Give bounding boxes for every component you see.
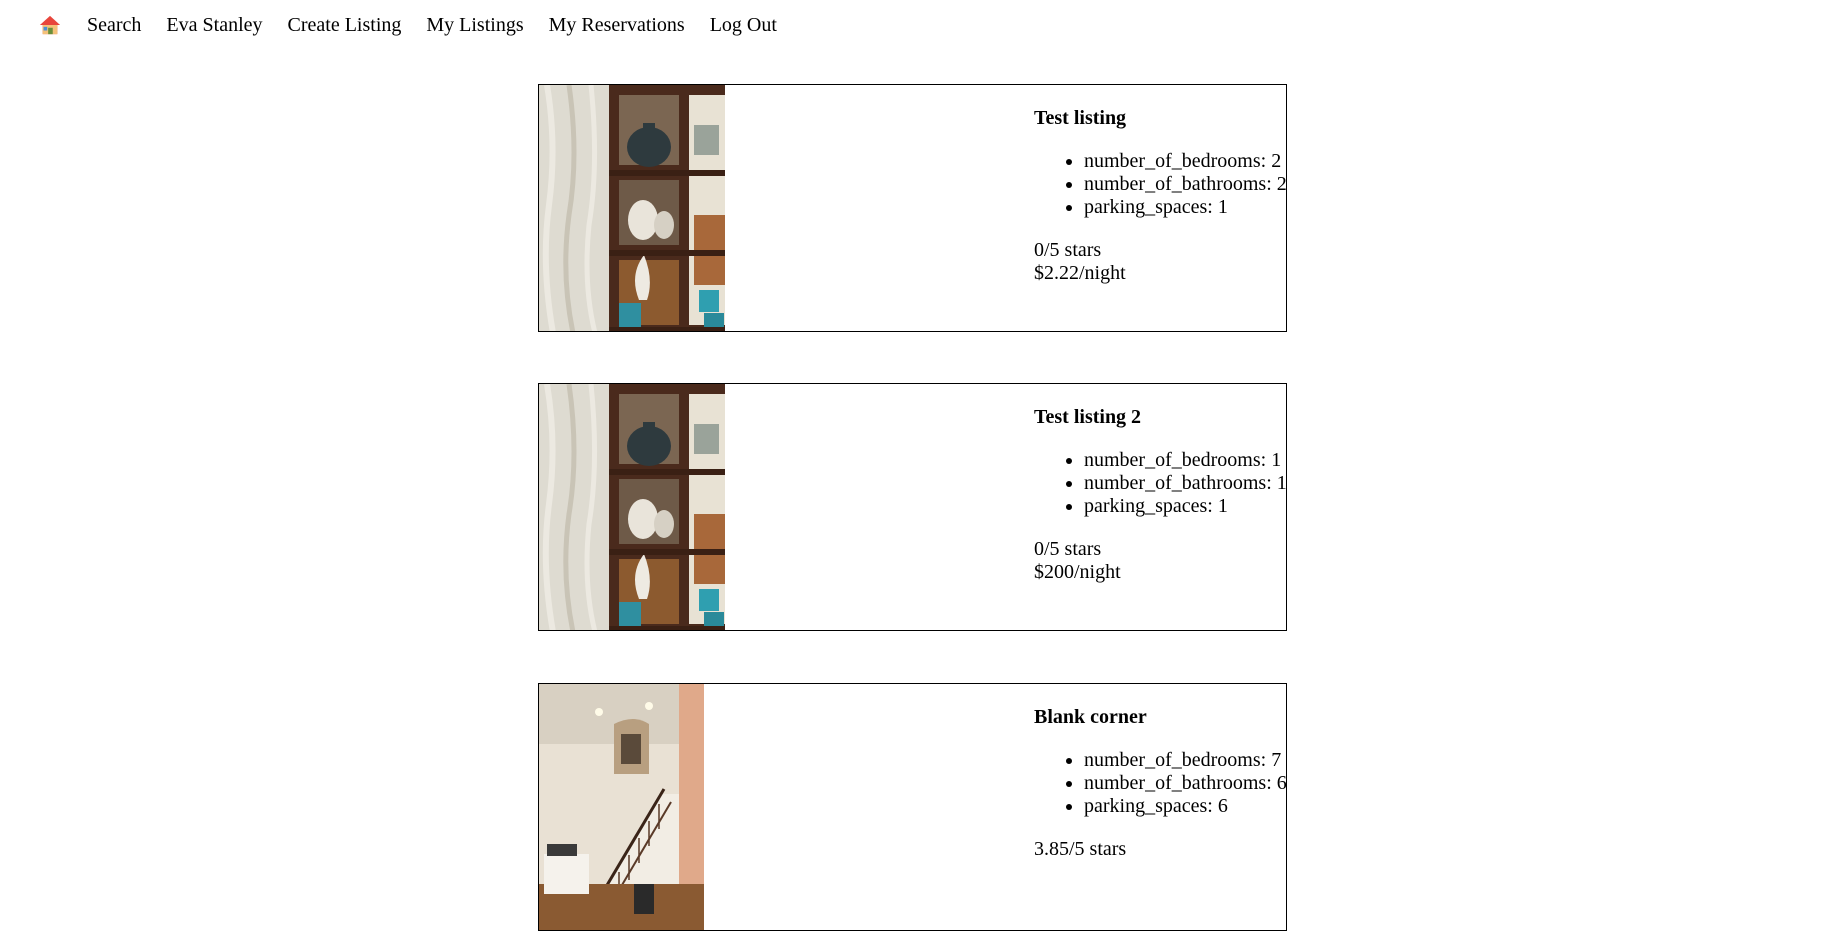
listing-stats: 0/5 stars $200/night — [1034, 538, 1286, 584]
nav-my-listings-link[interactable]: My Listings — [426, 14, 523, 37]
feature-bedrooms: number_of_bedrooms: 7 — [1084, 749, 1286, 772]
listing-features: number_of_bedrooms: 7 number_of_bathroom… — [1034, 749, 1286, 818]
staircase-foyer-photo-icon — [539, 684, 704, 930]
listing-title[interactable]: Blank corner — [1034, 706, 1286, 729]
house-icon — [39, 14, 61, 36]
feature-bathrooms: number_of_bathrooms: 6 — [1084, 772, 1286, 795]
listing-title[interactable]: Test listing 2 — [1034, 406, 1286, 429]
feature-bedrooms: number_of_bedrooms: 2 — [1084, 150, 1286, 173]
feature-parking: parking_spaces: 1 — [1084, 196, 1286, 219]
feature-bathrooms: number_of_bathrooms: 2 — [1084, 173, 1286, 196]
top-navigation: Search Eva Stanley Create Listing My Lis… — [38, 10, 802, 40]
interior-shelves-photo-icon — [539, 85, 725, 331]
nav-profile-link[interactable]: Eva Stanley — [166, 14, 262, 37]
listing-info: Test listing number_of_bedrooms: 2 numbe… — [1034, 107, 1286, 285]
home-link[interactable] — [38, 13, 62, 37]
listing-info: Test listing 2 number_of_bedrooms: 1 num… — [1034, 406, 1286, 584]
listing-price: $200/night — [1034, 561, 1121, 583]
listing-card[interactable]: Test listing 2 number_of_bedrooms: 1 num… — [538, 383, 1287, 631]
listing-card[interactable]: Test listing number_of_bedrooms: 2 numbe… — [538, 84, 1287, 332]
listing-photo[interactable] — [539, 384, 725, 630]
feature-bathrooms: number_of_bathrooms: 1 — [1084, 472, 1286, 495]
nav-search-link[interactable]: Search — [87, 14, 141, 37]
listing-info: Blank corner number_of_bedrooms: 7 numbe… — [1034, 706, 1286, 861]
listing-rating: 0/5 stars — [1034, 239, 1102, 261]
listing-title[interactable]: Test listing — [1034, 107, 1286, 130]
listing-stats: 3.85/5 stars — [1034, 838, 1286, 861]
feature-bedrooms: number_of_bedrooms: 1 — [1084, 449, 1286, 472]
listing-price: $2.22/night — [1034, 262, 1126, 284]
interior-shelves-photo-icon — [539, 384, 725, 630]
feature-parking: parking_spaces: 6 — [1084, 795, 1286, 818]
listing-photo[interactable] — [539, 85, 725, 331]
listing-stats: 0/5 stars $2.22/night — [1034, 239, 1286, 285]
nav-my-reservations-link[interactable]: My Reservations — [549, 14, 685, 37]
feature-parking: parking_spaces: 1 — [1084, 495, 1286, 518]
listing-card[interactable]: Blank corner number_of_bedrooms: 7 numbe… — [538, 683, 1287, 931]
listing-photo[interactable] — [539, 684, 704, 930]
listing-features: number_of_bedrooms: 2 number_of_bathroom… — [1034, 150, 1286, 219]
listing-rating: 0/5 stars — [1034, 538, 1102, 560]
nav-logout-link[interactable]: Log Out — [710, 14, 777, 37]
listing-rating: 3.85/5 stars — [1034, 838, 1127, 860]
nav-create-listing-link[interactable]: Create Listing — [288, 14, 402, 37]
listing-features: number_of_bedrooms: 1 number_of_bathroom… — [1034, 449, 1286, 518]
